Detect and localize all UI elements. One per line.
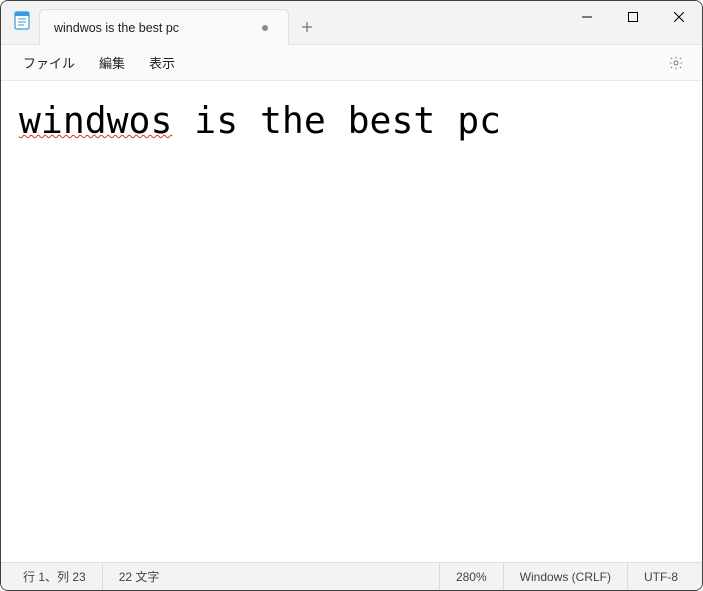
statusbar: 行 1、列 23 22 文字 280% Windows (CRLF) UTF-8 — [1, 562, 702, 590]
new-tab-button[interactable] — [289, 9, 325, 45]
titlebar: windwos is the best pc — [1, 1, 702, 45]
menu-file[interactable]: ファイル — [11, 47, 87, 78]
misspelled-word: windwos — [19, 99, 172, 142]
menu-edit[interactable]: 編集 — [87, 47, 137, 78]
app-window: windwos is the best pc ファイル 編集 表示 — [0, 0, 703, 591]
maximize-button[interactable] — [610, 1, 656, 33]
status-encoding[interactable]: UTF-8 — [627, 563, 694, 590]
status-cursor-position[interactable]: 行 1、列 23 — [9, 563, 102, 590]
close-button[interactable] — [656, 1, 702, 33]
text-editor[interactable]: windwos is the best pc — [1, 81, 702, 562]
tab-title: windwos is the best pc — [54, 21, 254, 35]
editor-text-rest: is the best pc — [172, 99, 501, 142]
document-tab[interactable]: windwos is the best pc — [39, 9, 289, 45]
status-char-count: 22 文字 — [102, 563, 176, 590]
status-line-ending[interactable]: Windows (CRLF) — [503, 563, 627, 590]
window-controls — [564, 1, 702, 33]
gear-icon — [668, 55, 684, 71]
minimize-button[interactable] — [564, 1, 610, 33]
status-zoom[interactable]: 280% — [439, 563, 503, 590]
unsaved-indicator-icon — [262, 25, 268, 31]
menu-view[interactable]: 表示 — [137, 47, 187, 78]
menubar: ファイル 編集 表示 — [1, 45, 702, 81]
notepad-app-icon — [13, 9, 31, 31]
settings-button[interactable] — [660, 47, 692, 79]
